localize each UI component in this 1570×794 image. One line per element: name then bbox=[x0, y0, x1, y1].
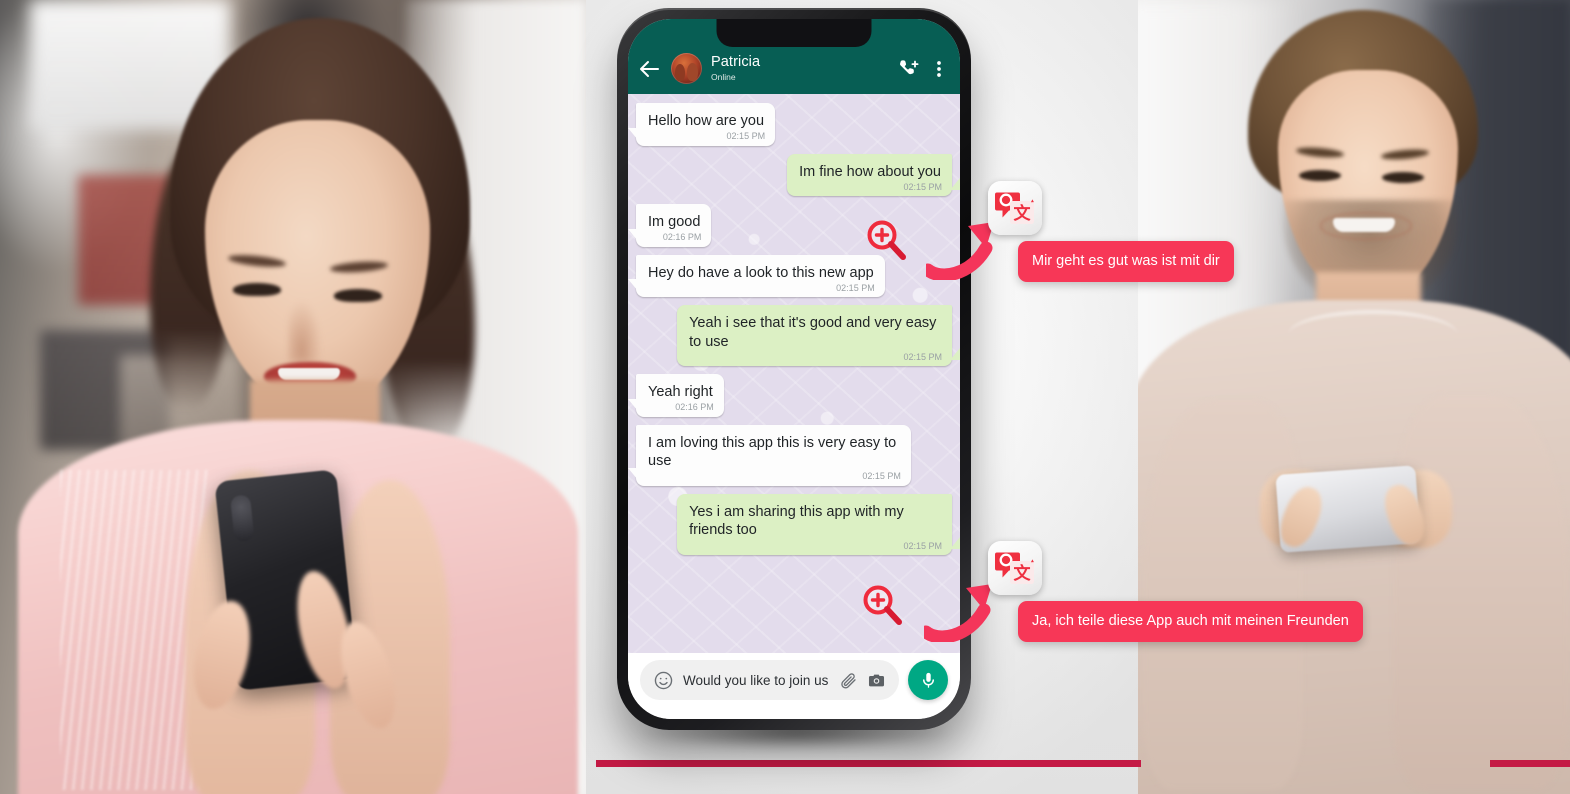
phone-mockup: Patricia Online Hello how are you 02:15 … bbox=[617, 8, 971, 730]
message-timestamp: 02:15 PM bbox=[903, 351, 942, 362]
message-bubble-incoming[interactable]: Hey do have a look to this new app 02:15… bbox=[628, 254, 885, 298]
phone-screen: Patricia Online Hello how are you 02:15 … bbox=[628, 19, 960, 719]
message-text: Im fine how about you bbox=[799, 163, 941, 180]
avatar[interactable] bbox=[671, 53, 702, 84]
message-text: Yeah i see that it's good and very easy … bbox=[689, 315, 937, 350]
contact-status: Online bbox=[711, 71, 736, 82]
message-timestamp: 02:16 PM bbox=[662, 232, 702, 243]
accent-rule-right bbox=[1490, 760, 1570, 767]
emoji-smiley-icon[interactable] bbox=[653, 670, 674, 691]
composer-input-value[interactable]: Would you like to join us bbox=[683, 673, 830, 688]
back-arrow-icon[interactable] bbox=[638, 57, 662, 81]
translate-app-icon[interactable]: 文 bbox=[988, 541, 1042, 595]
contact-name: Patricia bbox=[711, 53, 761, 70]
message-timestamp: 02:15 PM bbox=[903, 181, 942, 192]
message-row: Yeah i see that it's good and very easy … bbox=[636, 305, 960, 367]
message-row: Hello how are you 02:15 PM bbox=[628, 103, 952, 146]
promo-composite: Patricia Online Hello how are you 02:15 … bbox=[0, 0, 1570, 794]
camera-icon[interactable] bbox=[867, 671, 886, 690]
paperclip-icon[interactable] bbox=[839, 671, 858, 690]
phone-notch bbox=[716, 19, 872, 47]
contact-block[interactable]: Patricia Online bbox=[711, 53, 888, 82]
svg-text:文: 文 bbox=[1014, 203, 1032, 224]
svg-text:文: 文 bbox=[1014, 563, 1032, 584]
overflow-menu-icon[interactable] bbox=[930, 57, 948, 81]
message-bubble-outgoing[interactable]: Im fine how about you 02:15 PM bbox=[787, 153, 960, 197]
message-bubble-incoming[interactable]: Hello how are you 02:15 PM bbox=[628, 103, 776, 146]
message-row: I am loving this app this is very easy t… bbox=[628, 424, 952, 486]
translate-app-icon[interactable]: 文 bbox=[988, 181, 1042, 235]
message-bubble-incoming[interactable]: I am loving this app this is very easy t… bbox=[628, 424, 911, 486]
message-bubble-outgoing[interactable]: Yes i am sharing this app with my friend… bbox=[677, 493, 960, 556]
photo-woman-using-phone bbox=[0, 0, 586, 794]
message-timestamp: 02:15 PM bbox=[836, 282, 875, 293]
message-composer: Would you like to join us bbox=[628, 653, 960, 719]
message-text: Im good bbox=[648, 214, 701, 231]
message-list[interactable]: Hello how are you 02:15 PM Im fine how a… bbox=[628, 94, 960, 653]
translation-callout: Ja, ich teile diese App auch mit meinen … bbox=[1018, 601, 1363, 642]
message-bubble-outgoing[interactable]: Yeah i see that it's good and very easy … bbox=[677, 305, 960, 367]
message-timestamp: 02:16 PM bbox=[675, 402, 714, 413]
message-row: Yes i am sharing this app with my friend… bbox=[636, 493, 960, 556]
message-text: Hey do have a look to this new app bbox=[648, 264, 874, 281]
message-text: I am loving this app this is very easy t… bbox=[648, 434, 897, 470]
microphone-icon bbox=[922, 672, 934, 688]
message-row: Im fine how about you 02:15 PM bbox=[636, 153, 960, 197]
accent-rule bbox=[596, 760, 1141, 767]
add-call-icon[interactable] bbox=[897, 57, 921, 81]
message-bubble-incoming[interactable]: Im good 02:16 PM bbox=[628, 204, 712, 247]
composer-input-pill[interactable]: Would you like to join us bbox=[640, 660, 899, 700]
message-timestamp: 02:15 PM bbox=[726, 131, 766, 142]
message-row: Hey do have a look to this new app 02:15… bbox=[628, 254, 952, 298]
message-row: Yeah right 02:16 PM bbox=[628, 374, 952, 417]
message-timestamp: 02:15 PM bbox=[903, 540, 942, 551]
message-text: Yes i am sharing this app with my friend… bbox=[689, 503, 904, 539]
message-row: Im good 02:16 PM bbox=[628, 204, 952, 247]
photo-man-using-phone bbox=[1138, 0, 1570, 794]
message-timestamp: 02:15 PM bbox=[862, 471, 901, 482]
microphone-button[interactable] bbox=[908, 660, 948, 700]
message-bubble-incoming[interactable]: Yeah right 02:16 PM bbox=[628, 374, 724, 417]
message-text: Yeah right bbox=[648, 384, 713, 401]
message-text: Hello how are you bbox=[648, 113, 765, 129]
translation-callout: Mir geht es gut was ist mit dir bbox=[1018, 241, 1234, 282]
